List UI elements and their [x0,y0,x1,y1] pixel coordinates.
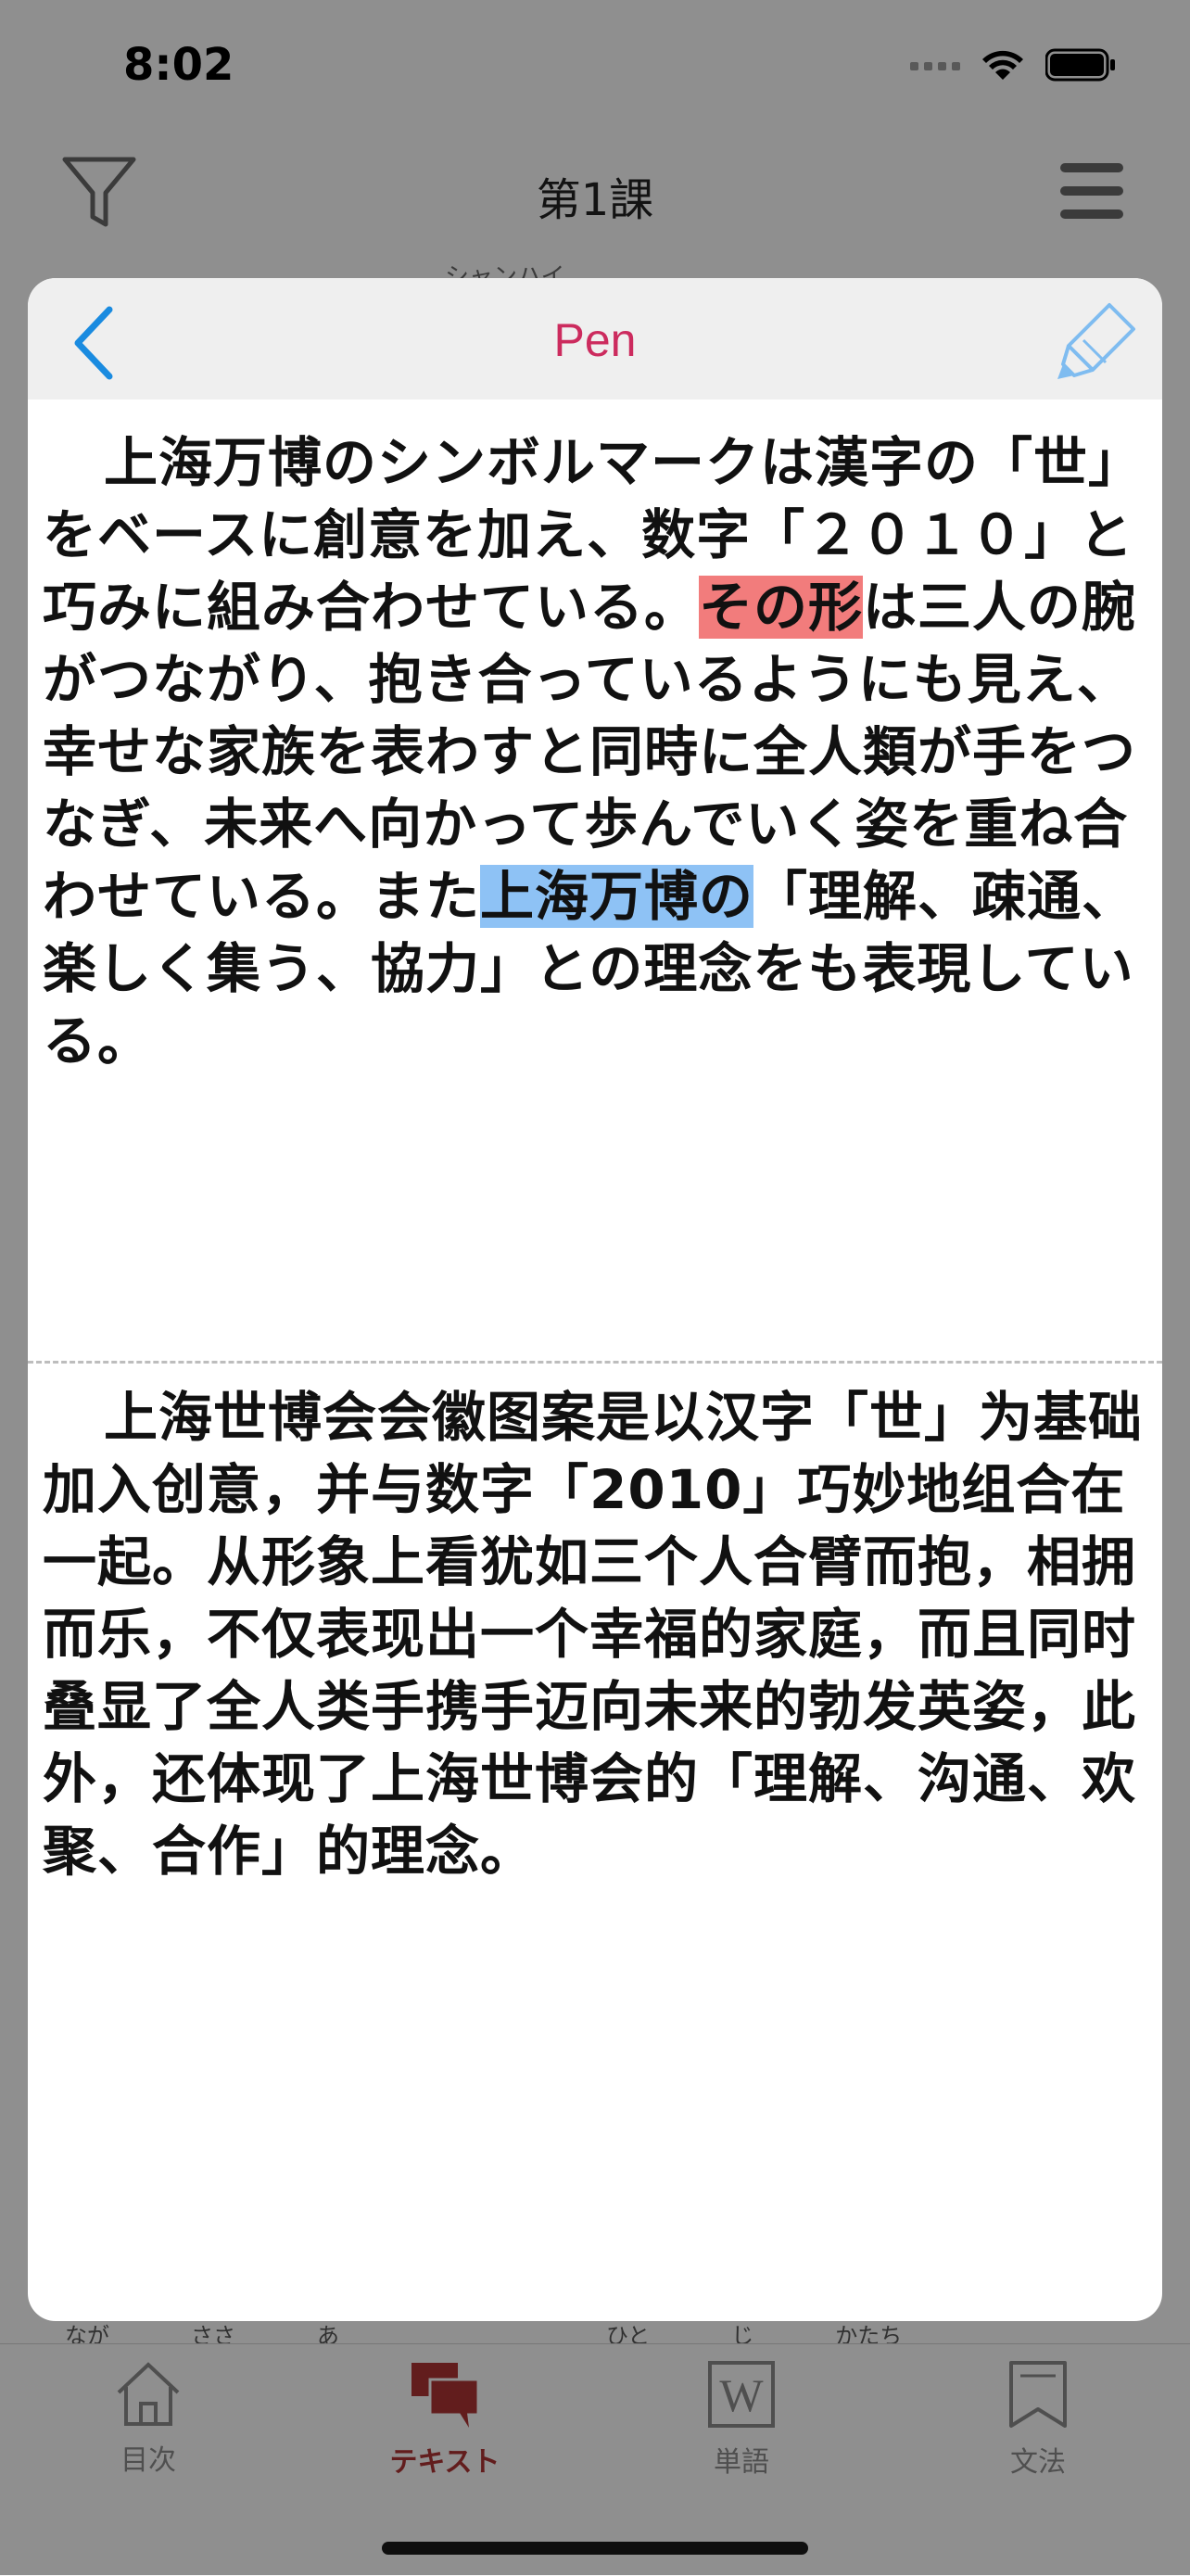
section-divider [28,1361,1162,1364]
modal-title: Pen [553,314,637,366]
chinese-translation: 上海世博会会徽图案是以汉字「世」为基础加入创意，并与数字「2010」巧妙地组合在… [43,1381,1146,1887]
highlighter-pen-icon [1057,303,1135,379]
highlight-red-segment[interactable]: その形 [699,576,864,639]
highlighter-button[interactable] [1051,295,1144,387]
pen-modal: Pen 上海万博のシンボルマークは漢字の「世」をベースに創意を加え、数字「２０１… [28,278,1162,2321]
translation-text: 上海世博会会徽图案是以汉字「世」为基础加入创意，并与数字「2010」巧妙地组合在… [43,1386,1144,1883]
japanese-passage[interactable]: 上海万博のシンボルマークは漢字の「世」をベースに創意を加え、数字「２０１０」と巧… [43,426,1146,1077]
highlight-blue-segment[interactable]: 上海万博の [480,865,754,928]
modal-header: Pen [28,278,1162,400]
